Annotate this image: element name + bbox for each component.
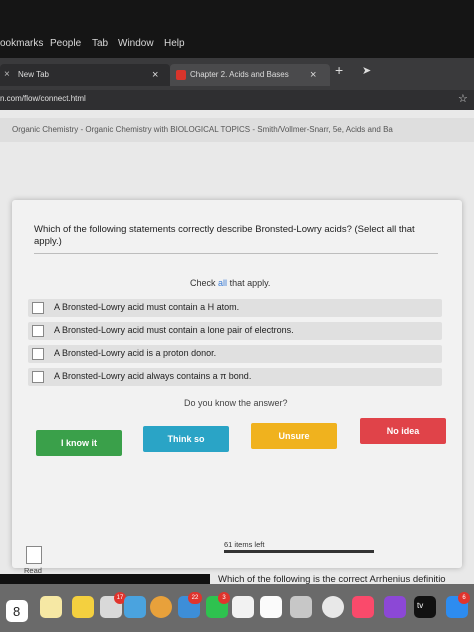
checkbox[interactable] — [32, 348, 44, 360]
badge: 6 — [458, 592, 470, 604]
badge: 3 — [218, 592, 230, 604]
reminders-icon[interactable]: 17 — [100, 592, 126, 618]
facetime-icon[interactable]: 3 — [206, 592, 230, 618]
close-icon[interactable]: × — [152, 64, 158, 86]
option-label: A Bronsted-Lowry acid must contain a lon… — [54, 325, 294, 335]
menu-help[interactable]: Help — [164, 38, 185, 49]
keynote-icon[interactable] — [290, 596, 312, 618]
i-know-it-button[interactable]: I know it — [36, 430, 122, 456]
tab-new-tab[interactable]: × New Tab × — [0, 64, 170, 86]
app-store-icon[interactable]: 6 — [446, 592, 470, 618]
badge: 22 — [188, 592, 202, 604]
option-row[interactable]: A Bronsted-Lowry acid is a proton donor. — [28, 345, 442, 363]
divider — [34, 253, 438, 254]
photos-icon[interactable] — [150, 596, 172, 618]
podcasts-icon[interactable] — [384, 596, 406, 618]
menu-people[interactable]: People — [50, 38, 81, 49]
close-icon[interactable]: × — [310, 64, 316, 86]
calendar-icon[interactable]: 8 — [6, 600, 28, 622]
no-idea-button[interactable]: No idea — [360, 418, 446, 444]
option-label: A Bronsted-Lowry acid always contains a … — [54, 371, 252, 381]
checkbox[interactable] — [32, 325, 44, 337]
question-prompt: Which of the following statements correc… — [34, 224, 415, 247]
cursor-icon: ➤ — [362, 65, 372, 77]
finder-icon[interactable] — [124, 596, 146, 618]
option-label: A Bronsted-Lowry acid must contain a H a… — [54, 302, 240, 312]
read-icon[interactable] — [26, 546, 42, 564]
tab-chapter-2[interactable]: Chapter 2. Acids and Bases × — [170, 64, 330, 86]
instruction-pre: Check — [190, 278, 216, 288]
close-icon[interactable]: × — [4, 64, 10, 86]
tab-label: Chapter 2. Acids and Bases — [190, 70, 289, 79]
option-row[interactable]: A Bronsted-Lowry acid always contains a … — [28, 368, 442, 386]
music-icon[interactable] — [352, 596, 374, 618]
menu-bar: ookmarks People Tab Window Help — [0, 0, 474, 58]
unsure-button[interactable]: Unsure — [251, 423, 337, 449]
notes-icon[interactable] — [40, 596, 62, 618]
numbers-icon[interactable] — [260, 596, 282, 618]
stickies-icon[interactable] — [72, 596, 94, 618]
option-row[interactable]: A Bronsted-Lowry acid must contain a H a… — [28, 299, 442, 317]
instruction-all: all — [218, 278, 228, 288]
menu-tab[interactable]: Tab — [92, 38, 108, 49]
apple-tv-icon[interactable]: tv — [414, 596, 436, 618]
messages-icon[interactable]: 22 — [178, 592, 202, 618]
instruction: Check all that apply. — [190, 278, 270, 288]
instruction-post: that apply. — [229, 278, 271, 288]
menu-window[interactable]: Window — [118, 38, 154, 49]
breadcrumb-text: Organic Chemistry - Organic Chemistry wi… — [12, 125, 393, 134]
confidence-prompt: Do you know the answer? — [184, 398, 288, 408]
menu-bookmarks[interactable]: ookmarks — [0, 38, 43, 49]
url-text[interactable]: n.com/flow/connect.html — [0, 94, 86, 103]
news-icon[interactable] — [322, 596, 344, 618]
checkbox[interactable] — [32, 302, 44, 314]
new-tab-button[interactable]: + — [335, 62, 343, 78]
items-left: 61 items left — [224, 540, 265, 549]
mcgraw-hill-icon — [176, 70, 186, 80]
think-so-button[interactable]: Think so — [143, 426, 229, 452]
option-row[interactable]: A Bronsted-Lowry acid must contain a lon… — [28, 322, 442, 340]
bookmark-star-icon[interactable]: ☆ — [458, 92, 468, 105]
checkbox[interactable] — [32, 371, 44, 383]
breadcrumb: Organic Chemistry - Organic Chemistry wi… — [0, 118, 474, 142]
pages-icon[interactable] — [232, 596, 254, 618]
option-label: A Bronsted-Lowry acid is a proton donor. — [54, 348, 217, 358]
progress-bar — [224, 550, 374, 553]
read-label: Read — [24, 566, 42, 575]
tab-label: New Tab — [18, 70, 49, 79]
address-bar[interactable]: n.com/flow/connect.html ☆ — [0, 90, 474, 110]
